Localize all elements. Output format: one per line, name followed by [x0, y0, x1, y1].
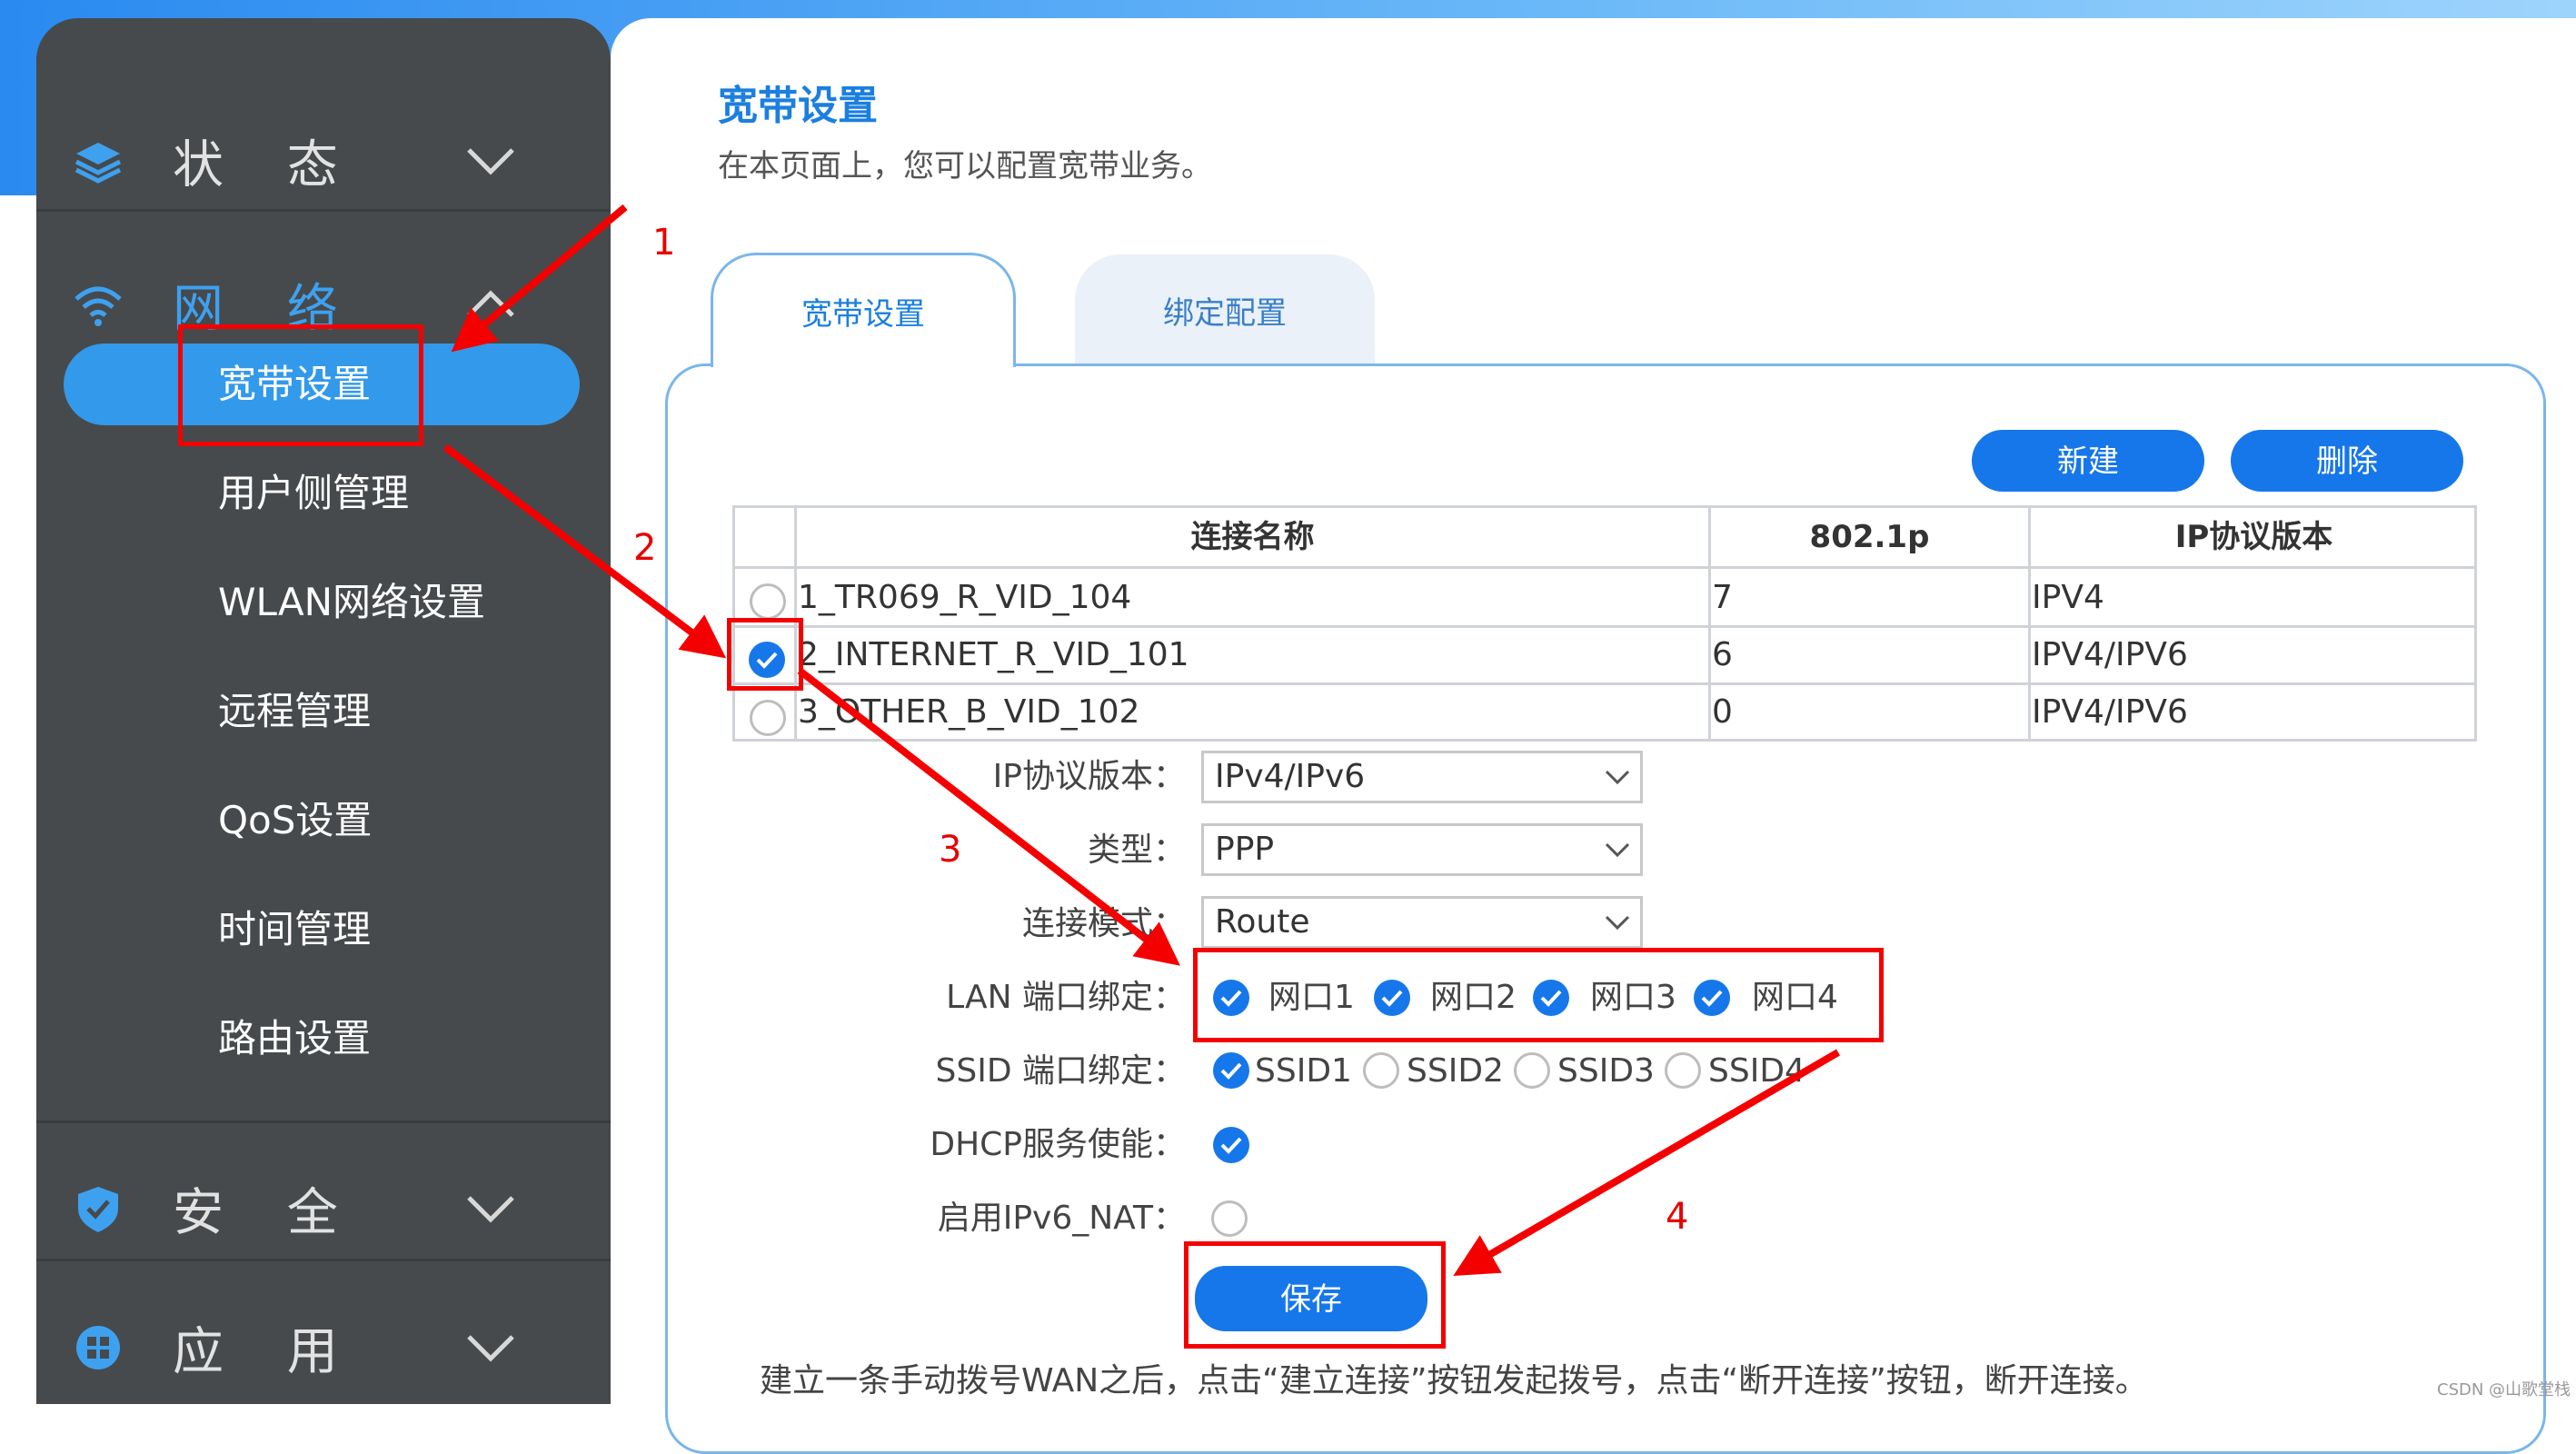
table-cell-8021p: 7: [1712, 579, 1733, 616]
chevron-down-icon[interactable]: [463, 1330, 518, 1366]
ipv6-nat-label: 启用IPv6_NAT：: [937, 1200, 1186, 1237]
table-cell-ip-version: IPV4: [2032, 579, 2104, 616]
sidebar-section-apps[interactable]: 应 用: [36, 1280, 611, 1404]
sidebar-section-security[interactable]: 安 全: [36, 1140, 611, 1277]
annotation-number-2: 2: [633, 527, 657, 569]
tab-binding[interactable]: 绑定配置: [1075, 254, 1375, 364]
shield-icon: [78, 1187, 118, 1232]
table-row-divider: [732, 566, 2477, 569]
checkbox-unchecked[interactable]: [1665, 1052, 1701, 1089]
type-label: 类型：: [1087, 832, 1186, 869]
chevron-down-icon[interactable]: [463, 143, 518, 179]
sidebar-divider: [36, 1259, 611, 1261]
sidebar-section-label: 状 态: [173, 135, 362, 195]
watermark: CSDN @山歌堂栈: [2437, 1380, 2571, 1399]
wifi-icon: [75, 286, 122, 326]
annotation-number-4: 4: [1666, 1196, 1689, 1238]
annotation-number-3: 3: [939, 829, 962, 871]
page-title: 宽带设置: [718, 83, 878, 129]
apps-icon: [76, 1326, 120, 1369]
sidebar-section-label: 应 用: [173, 1322, 362, 1382]
sidebar-divider: [36, 1120, 611, 1123]
sidebar-item-user-side[interactable]: 用户侧管理: [218, 468, 409, 519]
ip-version-label: IP协议版本：: [992, 758, 1186, 795]
chevron-down-icon: [1605, 770, 1630, 785]
lan-binding-label: LAN 端口绑定：: [946, 979, 1186, 1016]
checkbox-unchecked[interactable]: [1363, 1052, 1399, 1089]
dhcp-label: DHCP服务使能：: [930, 1126, 1186, 1163]
table-cell-name: 3_OTHER_B_VID_102: [798, 693, 1140, 731]
annotation-box-row: [727, 618, 803, 691]
type-select[interactable]: PPP: [1201, 823, 1643, 876]
footer-note: 建立一条手动拨号WAN之后，点击“建立连接”按钮发起拨号，点击“断开连接”按钮，…: [760, 1362, 2148, 1399]
sidebar-item-routing[interactable]: 路由设置: [218, 1013, 371, 1064]
row-radio[interactable]: [750, 583, 786, 620]
table-header-8021p: 802.1p: [1809, 519, 1930, 555]
conn-mode-select[interactable]: Route: [1201, 896, 1643, 949]
checkbox-checked-icon[interactable]: [1212, 1126, 1250, 1164]
chevron-down-icon: [1605, 915, 1630, 931]
table-row-divider: [732, 682, 2477, 685]
sidebar-divider: [36, 209, 611, 212]
sidebar-nav: 状 态 网 络 宽带设置 用户侧管理 WLAN网络设置 远程管理 QoS设置 时…: [36, 18, 611, 1404]
tab-broadband[interactable]: 宽带设置: [711, 253, 1016, 367]
page-description: 在本页面上，您可以配置宽带业务。: [718, 148, 1212, 184]
chevron-down-icon: [1605, 842, 1630, 858]
sidebar-section-label: 安 全: [173, 1183, 362, 1243]
table-cell-ip-version: IPV4/IPV6: [2032, 636, 2188, 673]
chevron-down-icon[interactable]: [463, 1190, 518, 1227]
ip-version-value: IPv4/IPv6: [1215, 758, 1366, 795]
table-header-name: 连接名称: [1190, 519, 1315, 555]
checkbox-checked-icon[interactable]: [1212, 1051, 1250, 1090]
annotation-box-menu: [178, 324, 423, 446]
ssid-3-label: SSID3: [1557, 1052, 1655, 1090]
ssid-binding-label: SSID 端口绑定：: [935, 1052, 1187, 1090]
table-cell-8021p: 6: [1712, 636, 1733, 673]
conn-mode-label: 连接模式：: [1021, 905, 1186, 942]
ssid-1-label: SSID1: [1255, 1052, 1352, 1090]
checkbox-unchecked[interactable]: [1211, 1200, 1248, 1237]
type-value: PPP: [1215, 831, 1275, 868]
ssid-2-label: SSID2: [1407, 1052, 1504, 1090]
sidebar-item-time[interactable]: 时间管理: [218, 904, 371, 955]
chevron-up-icon[interactable]: [463, 286, 518, 323]
table-cell-name: 1_TR069_R_VID_104: [798, 579, 1132, 616]
ssid-4-label: SSID4: [1708, 1052, 1805, 1090]
ip-version-select[interactable]: IPv4/IPv6: [1201, 751, 1643, 803]
conn-mode-value: Route: [1215, 903, 1310, 941]
annotation-box-lan: [1193, 948, 1884, 1042]
table-row-divider: [732, 625, 2477, 628]
layers-icon: [75, 143, 122, 184]
row-radio[interactable]: [750, 700, 786, 736]
table-cell-ip-version: IPV4/IPV6: [2032, 693, 2188, 731]
annotation-number-1: 1: [652, 222, 676, 264]
new-button[interactable]: 新建: [1972, 430, 2204, 492]
table-header-ip-version: IP协议版本: [2174, 519, 2333, 555]
delete-button[interactable]: 删除: [2231, 430, 2463, 492]
table-cell-name: 2_INTERNET_R_VID_101: [798, 636, 1189, 673]
sidebar-item-wlan[interactable]: WLAN网络设置: [218, 577, 485, 628]
annotation-box-save: [1184, 1241, 1446, 1349]
checkbox-unchecked[interactable]: [1514, 1052, 1550, 1089]
sidebar-item-remote[interactable]: 远程管理: [218, 686, 371, 737]
sidebar-item-qos[interactable]: QoS设置: [218, 795, 372, 846]
table-cell-8021p: 0: [1712, 693, 1733, 731]
